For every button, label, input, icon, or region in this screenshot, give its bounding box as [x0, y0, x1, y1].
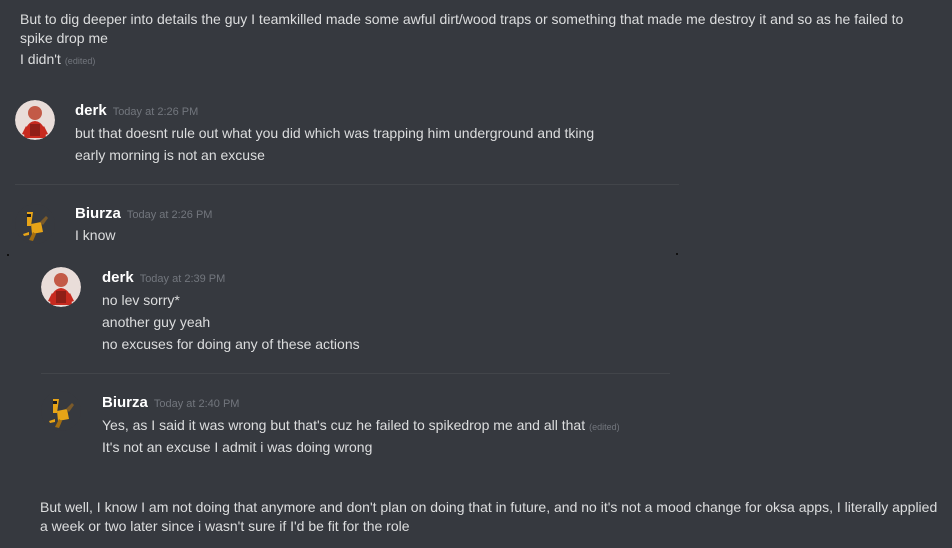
message-text: but that doesnt rule out what you did wh… [75, 125, 595, 141]
message-divider [41, 373, 670, 374]
message-text: no excuses for doing any of these action… [102, 336, 360, 352]
timestamp[interactable]: Today at 2:40 PM [154, 398, 240, 410]
avatar-derk-icon [15, 100, 55, 140]
message-text: It's not an excuse I admit i was doing w… [102, 439, 373, 455]
username[interactable]: derk [102, 269, 134, 286]
message-text: But to dig deeper into details the guy I… [20, 11, 904, 27]
message-text: no lev sorry* [102, 292, 180, 308]
avatar-biurza-icon [41, 391, 81, 431]
artifact-dot [676, 253, 678, 255]
message-text: spike drop me [20, 30, 108, 46]
username[interactable]: derk [75, 102, 107, 119]
timestamp[interactable]: Today at 2:26 PM [113, 106, 199, 118]
avatar[interactable] [15, 204, 55, 244]
avatar[interactable] [41, 267, 81, 307]
timestamp[interactable]: Today at 2:39 PM [140, 273, 226, 285]
message-text: Yes, as I said it was wrong but that's c… [102, 417, 620, 433]
message-text: early morning is not an excuse [75, 147, 265, 163]
timestamp[interactable]: Today at 2:26 PM [127, 209, 213, 221]
avatar-biurza-icon [15, 204, 55, 244]
message-text: another guy yeah [102, 314, 211, 330]
username[interactable]: Biurza [102, 394, 148, 411]
username[interactable]: Biurza [75, 205, 121, 222]
message-divider [15, 184, 679, 185]
message-text: I didn't (edited) [20, 51, 96, 67]
avatar-derk-icon [41, 267, 81, 307]
avatar[interactable] [41, 391, 81, 431]
avatar[interactable] [15, 100, 55, 140]
edited-tag: (edited) [589, 422, 620, 432]
message-text: a week or two later since i wasn't sure … [40, 518, 410, 534]
message-text: I know [75, 227, 116, 243]
edited-tag: (edited) [64, 56, 96, 66]
artifact-dot [7, 254, 9, 256]
